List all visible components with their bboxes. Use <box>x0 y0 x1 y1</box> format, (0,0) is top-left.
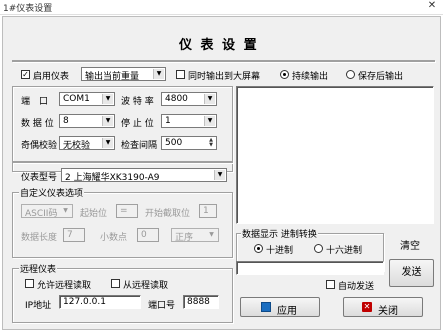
baud-label: 波 特 率 <box>121 97 154 107</box>
port-label: 端 口 <box>21 97 49 107</box>
order-value: 正序 <box>175 233 194 243</box>
dialog-client: 仪 表 设 置 ✓ 启用仪表 输出当前重量 ▼ 同时输出到大屏幕 持续输出 保存… <box>2 16 441 330</box>
sync-big-screen-checkbox[interactable] <box>176 70 185 79</box>
send-button[interactable]: 发送 <box>389 259 434 287</box>
allow-remote-label: 允许远程读取 <box>37 281 92 291</box>
data-length-label: 数据长度 <box>21 233 58 243</box>
hex-radio[interactable] <box>314 244 323 253</box>
meter-model-value: 2 上海耀华XK3190-A9 <box>65 173 160 183</box>
port-value: COM1 <box>63 94 90 104</box>
chevron-down-icon: ▼ <box>153 69 164 79</box>
close-icon: ✕ <box>362 302 372 312</box>
intercept-value: 1 <box>203 206 209 216</box>
auto-send-checkbox[interactable] <box>326 280 335 289</box>
serial-divider <box>12 161 233 163</box>
parity-value: 无校验 <box>63 141 91 151</box>
chevron-down-icon: ▼ <box>209 231 214 238</box>
decimal-point-label: 小数点 <box>100 233 128 243</box>
parity-label: 奇偶校验 <box>21 141 58 151</box>
decimal-radio[interactable] <box>254 244 263 253</box>
send-input[interactable] <box>236 261 384 275</box>
close-label: 关闭 <box>378 306 398 317</box>
decimal-point-value: 0 <box>141 230 147 240</box>
output-mode-value: 输出当前重量 <box>85 72 140 82</box>
continuous-output-radio[interactable] <box>280 70 289 79</box>
chevron-down-icon: ▼ <box>102 116 113 126</box>
chevron-down-icon: ▼ <box>204 94 215 104</box>
read-remote-checkbox[interactable] <box>111 279 120 288</box>
auto-send-label: 自动发送 <box>338 282 375 292</box>
apply-label: 应用 <box>277 306 297 317</box>
chevron-down-icon: ▼ <box>63 207 68 214</box>
window-title: 1#仪表设置 <box>3 4 53 14</box>
chevron-down-icon: ▼ <box>214 170 225 180</box>
meter-model-label: 仪表型号 <box>21 173 58 183</box>
heading-divider <box>12 60 435 62</box>
custom-mode-value: ASCII码 <box>25 209 58 219</box>
chevron-down-icon: ▼ <box>102 94 113 104</box>
remote-meter-legend: 远程仪表 <box>19 262 58 275</box>
save-output-radio[interactable] <box>346 70 355 79</box>
allow-remote-checkbox[interactable] <box>25 279 34 288</box>
sync-big-screen-label: 同时输出到大屏幕 <box>188 72 261 82</box>
display-format-legend: 数据显示 进制转换 <box>241 227 318 240</box>
port-select[interactable]: COM1 ▼ <box>59 92 115 106</box>
baud-value: 4800 <box>165 94 188 104</box>
start-bit-label: 起始位 <box>80 209 108 219</box>
read-remote-label: 从远程读取 <box>123 281 169 291</box>
data-length-input[interactable]: 7 <box>63 228 85 242</box>
intercept-input[interactable]: 1 <box>199 204 217 218</box>
stopbits-select[interactable]: 1 ▼ <box>161 114 217 128</box>
remote-port-label: 端口号 <box>148 301 176 311</box>
chevron-down-icon: ▼ <box>204 116 215 126</box>
baud-select[interactable]: 4800 ▼ <box>161 92 217 106</box>
enable-meter-checkbox[interactable]: ✓ <box>21 70 30 79</box>
stopbits-value: 1 <box>165 116 171 126</box>
ip-input[interactable]: 127.0.0.1 <box>59 295 141 309</box>
order-select[interactable]: 正序 ▼ <box>171 228 219 243</box>
stopbits-label: 停 止 位 <box>121 119 154 129</box>
parity-select[interactable]: 无校验 ▼ <box>59 136 115 151</box>
continuous-output-label: 持续输出 <box>292 72 329 82</box>
interval-value: 500 <box>165 138 183 148</box>
remote-port-input[interactable]: 8888 <box>183 295 219 309</box>
data-length-value: 7 <box>67 230 73 240</box>
save-icon <box>261 302 271 312</box>
custom-mode-select[interactable]: ASCII码 ▼ <box>21 204 73 219</box>
custom-options-group <box>12 192 233 258</box>
spinner-arrows-icon[interactable]: ▲ ▼ <box>207 138 215 148</box>
apply-button[interactable]: 应用 <box>240 297 320 317</box>
dialog-heading: 仪 表 设 置 <box>179 38 259 53</box>
start-bit-input[interactable]: = <box>116 204 138 218</box>
databits-value: 8 <box>63 116 69 126</box>
start-bit-value: = <box>120 206 128 216</box>
decimal-radio-label: 十进制 <box>266 246 294 256</box>
enable-meter-label: 启用仪表 <box>33 72 70 82</box>
clear-button[interactable]: 清空 <box>400 237 420 252</box>
interval-label: 检查间隔 <box>121 141 158 151</box>
databits-label: 数 据 位 <box>21 119 54 129</box>
meter-model-select[interactable]: 2 上海耀华XK3190-A9 ▼ <box>61 168 227 183</box>
remote-port-value: 8888 <box>187 297 210 307</box>
ip-label: IP地址 <box>25 301 52 311</box>
custom-options-legend: 自定义仪表选项 <box>19 186 85 199</box>
hex-radio-label: 十六进制 <box>326 246 363 256</box>
databits-select[interactable]: 8 ▼ <box>59 114 115 128</box>
output-mode-select[interactable]: 输出当前重量 ▼ <box>81 67 166 82</box>
close-window-icon[interactable]: ✕ <box>423 0 441 14</box>
decimal-point-input[interactable]: 0 <box>137 228 159 242</box>
data-display-area[interactable] <box>236 86 434 224</box>
close-button[interactable]: ✕ 关闭 <box>343 297 423 317</box>
intercept-label: 开始截取位 <box>145 209 191 219</box>
interval-spinner[interactable]: 500 ▲ ▼ <box>161 136 217 150</box>
save-output-label: 保存后输出 <box>358 72 404 82</box>
ip-value: 127.0.0.1 <box>63 297 106 307</box>
window-titlebar: 1#仪表设置 ✕ <box>0 0 443 15</box>
chevron-down-icon: ▼ <box>102 138 113 148</box>
